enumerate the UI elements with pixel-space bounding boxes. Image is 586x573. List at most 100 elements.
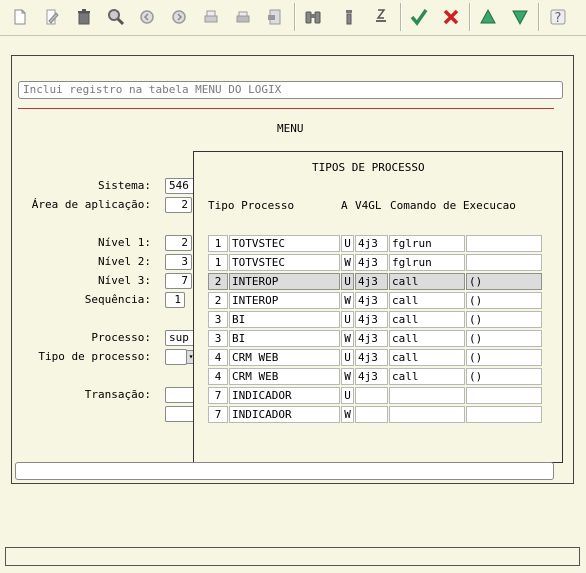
binoculars-icon[interactable] [301,5,325,29]
row-comando[interactable]: call [389,330,465,347]
row-a[interactable]: W [341,368,354,385]
row-v4gl[interactable] [355,387,388,404]
row-v4gl[interactable]: 4j3 [355,254,388,271]
row-comando[interactable]: fglrun [389,235,465,252]
tipos-processo-popup: TIPOS DE PROCESSO Tipo Processo A V4GL C… [193,151,563,463]
print-setup-icon[interactable] [231,5,255,29]
divider [18,108,554,109]
row-tipo-num[interactable]: 2 [208,273,228,290]
row-tipo-num[interactable]: 4 [208,349,228,366]
nivel3-label: Nível 3: [98,274,151,287]
row-tipo-num[interactable]: 3 [208,330,228,347]
row-extra[interactable]: () [466,311,542,328]
row-comando[interactable]: call [389,273,465,290]
row-comando[interactable] [389,406,465,423]
export-icon[interactable] [263,5,287,29]
next-icon[interactable] [167,5,191,29]
scroll-up-icon[interactable] [476,5,500,29]
row-tipo-name[interactable]: INDICADOR [229,406,340,423]
row-tipo-num[interactable]: 3 [208,311,228,328]
row-tipo-name[interactable]: INTEROP [229,273,340,290]
scroll-down-icon[interactable] [508,5,532,29]
row-a[interactable]: U [341,387,354,404]
row-tipo-name[interactable]: BI [229,311,340,328]
confirm-icon[interactable] [407,5,431,29]
col-comando-header: Comando de Execucao [390,199,516,212]
col-tipo-processo-header: Tipo Processo [208,199,295,212]
row-extra[interactable]: () [466,292,542,309]
row-extra[interactable]: () [466,273,542,290]
sequencia-label: Sequência: [84,293,151,306]
edit-icon[interactable] [40,5,64,29]
sequencia-field[interactable]: 1 [165,292,185,308]
row-tipo-name[interactable]: CRM WEB [229,349,340,366]
row-v4gl[interactable]: 4j3 [355,349,388,366]
row-tipo-name[interactable]: INTEROP [229,292,340,309]
row-v4gl[interactable]: 4j3 [355,368,388,385]
col-v4gl-header: V4GL [355,199,382,212]
row-tipo-name[interactable]: BI [229,330,340,347]
row-a[interactable]: U [341,273,354,290]
row-v4gl[interactable]: 4j3 [355,292,388,309]
nivel2-label: Nível 2: [98,255,151,268]
row-a[interactable]: W [341,330,354,347]
new-icon[interactable] [8,5,32,29]
row-v4gl[interactable]: 4j3 [355,330,388,347]
row-comando[interactable]: fglrun [389,254,465,271]
row-comando[interactable]: call [389,368,465,385]
row-a[interactable]: W [341,254,354,271]
row-extra[interactable] [466,387,542,404]
row-comando[interactable] [389,387,465,404]
nivel3-field[interactable]: 7 [165,273,192,289]
row-extra[interactable]: () [466,349,542,366]
row-a[interactable]: W [341,292,354,309]
row-v4gl[interactable]: 4j3 [355,311,388,328]
delete-icon[interactable] [72,5,96,29]
previous-icon[interactable] [135,5,159,29]
nivel1-field[interactable]: 2 [165,235,192,251]
svg-text:?: ? [555,11,562,26]
form-title: MENU [277,122,304,135]
row-v4gl[interactable]: 4j3 [355,235,388,252]
status-bar [5,547,580,566]
find-icon[interactable] [104,5,128,29]
tipo-processo-field[interactable] [165,349,187,365]
row-tipo-name[interactable]: TOTVSTEC [229,235,340,252]
row-v4gl[interactable]: 4j3 [355,273,388,290]
message-field: Inclui registro na tabela MENU DO LOGIX [18,81,563,99]
row-comando[interactable]: call [389,311,465,328]
row-tipo-num[interactable]: 1 [208,235,228,252]
row-tipo-name[interactable]: TOTVSTEC [229,254,340,271]
row-a[interactable]: U [341,349,354,366]
row-tipo-num[interactable]: 1 [208,254,228,271]
row-extra[interactable] [466,406,542,423]
col-a-header: A [341,199,348,212]
row-tipo-num[interactable]: 4 [208,368,228,385]
row-a[interactable]: U [341,311,354,328]
row-tipo-name[interactable]: CRM WEB [229,368,340,385]
row-tipo-num[interactable]: 7 [208,406,228,423]
print-icon[interactable] [199,5,223,29]
row-extra[interactable] [466,254,542,271]
row-extra[interactable] [466,235,542,252]
row-comando[interactable]: call [389,292,465,309]
row-comando[interactable]: call [389,349,465,366]
transacao-label: Transação: [84,388,151,401]
cancel-icon[interactable] [439,5,463,29]
row-tipo-name[interactable]: INDICADOR [229,387,340,404]
toolbar: ? [0,0,586,36]
row-tipo-num[interactable]: 7 [208,387,228,404]
row-tipo-num[interactable]: 2 [208,292,228,309]
row-extra[interactable]: () [466,368,542,385]
sistema-label: Sistema: [98,179,151,192]
row-a[interactable]: W [341,406,354,423]
row-a[interactable]: U [341,235,354,252]
help-icon[interactable]: ? [546,5,570,29]
area-field[interactable]: 2 [165,197,192,213]
row-v4gl[interactable] [355,406,388,423]
zoom-icon[interactable] [369,5,393,29]
nivel2-field[interactable]: 3 [165,254,192,270]
area-label: Área de aplicação: [31,198,151,211]
row-extra[interactable]: () [466,330,542,347]
info-icon[interactable] [337,5,361,29]
